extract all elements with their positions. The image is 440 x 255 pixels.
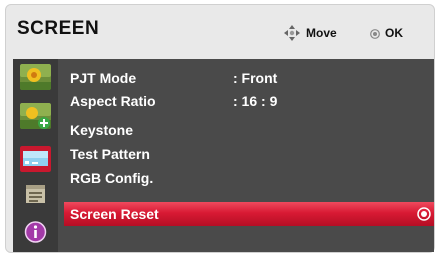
menu-item-value: : 16 : 9 xyxy=(233,93,278,109)
menu-item-value: : Front xyxy=(233,70,278,86)
page-title: SCREEN xyxy=(17,18,100,39)
four-way-arrow-icon xyxy=(284,25,300,41)
ok-hint-label: OK xyxy=(385,26,403,40)
menu-item-label: RGB Config. xyxy=(70,170,154,186)
menu-item-label: Test Pattern xyxy=(70,146,150,162)
menu-item-label: Keystone xyxy=(70,122,134,138)
ok-button-icon xyxy=(370,29,380,39)
info-icon[interactable] xyxy=(20,219,51,245)
osd-window: SCREEN Move OK PJT Mode: Front Aspect R… xyxy=(5,4,435,253)
menu-item-test-pattern[interactable]: Test Pattern xyxy=(64,142,434,166)
osd-header: SCREEN Move OK xyxy=(6,5,436,57)
picture-add-icon[interactable] xyxy=(20,103,51,129)
move-hint-label: Move xyxy=(306,26,337,40)
select-indicator-icon xyxy=(417,207,431,221)
picture-icon[interactable] xyxy=(20,64,51,90)
menu-item-label: PJT Mode xyxy=(70,70,137,86)
options-icon[interactable] xyxy=(20,181,51,207)
category-sidebar xyxy=(13,59,58,252)
menu-panel: PJT Mode : Front Aspect Ratio : 16 : 9 K… xyxy=(13,59,434,252)
screen-icon[interactable] xyxy=(20,146,51,172)
menu-item-aspect-ratio[interactable]: Aspect Ratio : 16 : 9 xyxy=(64,89,434,113)
menu-item-label: Aspect Ratio xyxy=(70,93,156,109)
menu-item-screen-reset[interactable]: Screen Reset xyxy=(64,202,434,226)
menu-item-rgb-config[interactable]: RGB Config. xyxy=(64,166,434,190)
menu-item-pjt-mode[interactable]: PJT Mode : Front xyxy=(64,66,434,90)
menu-list: PJT Mode : Front Aspect Ratio : 16 : 9 K… xyxy=(64,59,434,252)
menu-item-label: Screen Reset xyxy=(70,206,159,222)
menu-item-keystone[interactable]: Keystone xyxy=(64,118,434,142)
